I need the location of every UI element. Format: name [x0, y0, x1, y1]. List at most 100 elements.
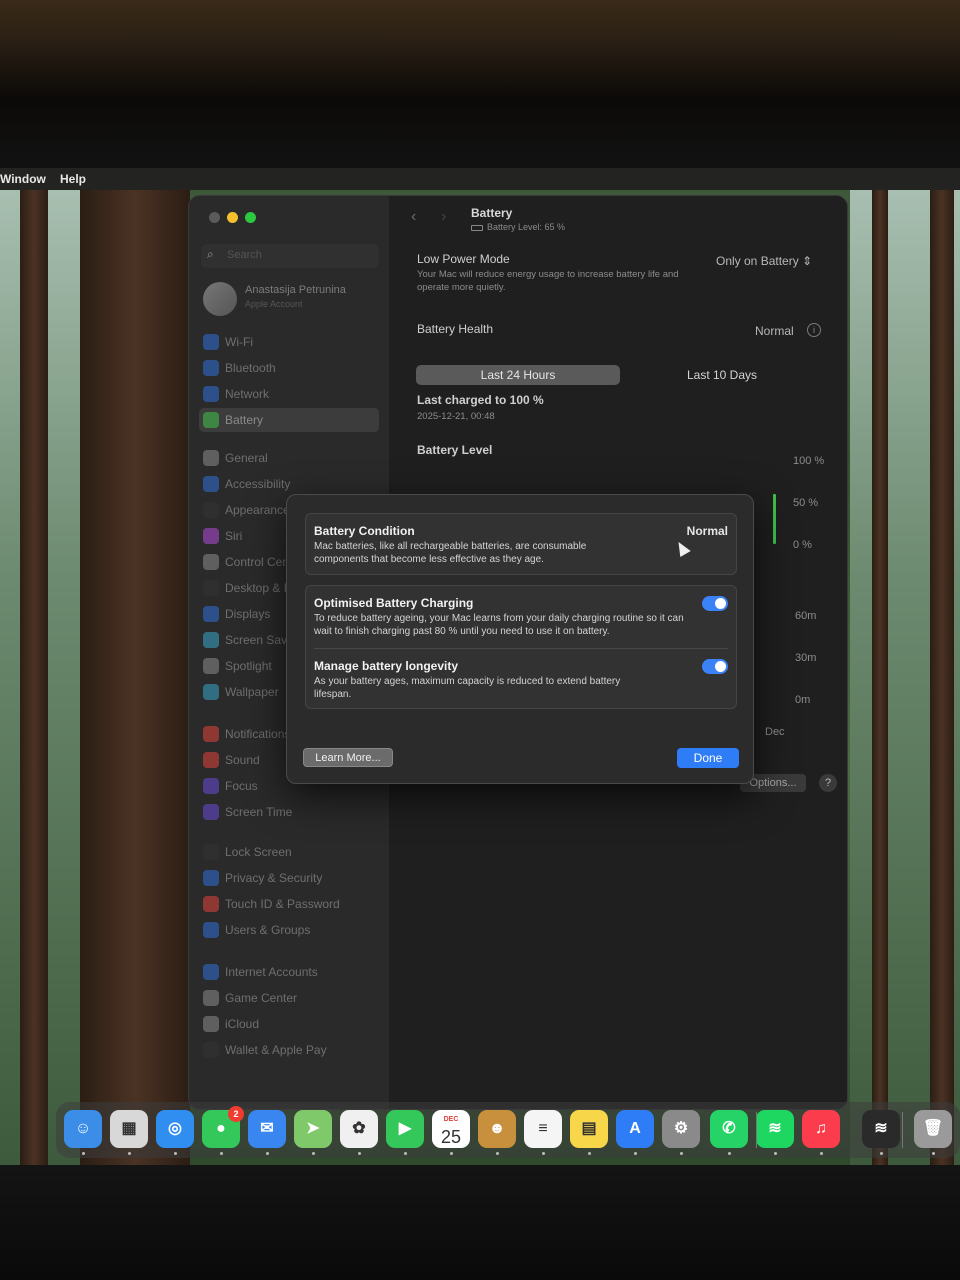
axis-label-100: 100 %: [793, 455, 825, 467]
sidebar-item-icon: [203, 554, 219, 570]
running-indicator: [220, 1152, 223, 1155]
running-indicator: [496, 1152, 499, 1155]
battery-health-value: Normal: [755, 324, 794, 338]
running-indicator: [932, 1152, 935, 1155]
search-input[interactable]: ⌕ Search: [201, 244, 379, 268]
sidebar-item-label: Wallet & Apple Pay: [225, 1043, 327, 1057]
dock-spotify-folder-icon[interactable]: ≋: [862, 1110, 900, 1148]
battery-level-text: Battery Level: 65 %: [487, 222, 566, 232]
axis-label-50: 50 %: [793, 497, 819, 509]
running-indicator: [358, 1152, 361, 1155]
time-range-segmented-control: Last 24 Hours Last 10 Days: [416, 365, 824, 385]
axis-label-60m: 60m: [795, 610, 817, 622]
dock-system-settings-icon[interactable]: ⚙: [662, 1110, 700, 1148]
sidebar-item-icon: [203, 606, 219, 622]
dock-finder-icon[interactable]: ☺: [64, 1110, 102, 1148]
running-indicator: [82, 1152, 85, 1155]
dock-calendar-icon[interactable]: DEC 25: [432, 1110, 470, 1148]
forward-chevron-icon[interactable]: ›: [441, 208, 446, 226]
dock-launchpad-icon[interactable]: ▦: [110, 1110, 148, 1148]
running-indicator: [774, 1152, 777, 1155]
dock-music-icon[interactable]: ♫: [802, 1110, 840, 1148]
minimize-button[interactable]: [227, 212, 238, 223]
menu-bar: Window Help: [0, 168, 960, 190]
wallpaper-tree: [872, 188, 888, 1168]
divider: [314, 648, 728, 649]
battery-longevity-toggle[interactable]: [702, 659, 728, 674]
sidebar-item-label: Appearance: [225, 503, 290, 517]
account-name[interactable]: Anastasija Petrunina: [245, 284, 346, 296]
sidebar-item-label: Lock Screen: [225, 845, 292, 859]
tab-last-10-days[interactable]: Last 10 Days: [620, 365, 824, 385]
menu-help[interactable]: Help: [60, 172, 86, 186]
dock-facetime-icon[interactable]: ▶: [386, 1110, 424, 1148]
account-subtitle: Apple Account: [245, 299, 303, 309]
page-title: Battery: [471, 206, 513, 220]
sidebar-item-icon: [203, 778, 219, 794]
optimised-charging-title: Optimised Battery Charging: [314, 596, 474, 610]
sidebar-item-label: Siri: [225, 529, 243, 543]
dock-trash-icon[interactable]: 🗑: [914, 1110, 952, 1148]
battery-condition-value: Normal: [686, 524, 728, 538]
sidebar-item-label: Wallpaper: [225, 685, 279, 699]
sidebar-item-internet-accounts[interactable]: Internet Accounts: [199, 960, 379, 984]
sidebar-item-icon: [203, 726, 219, 742]
last-charged-label: Last charged to 100 %: [417, 393, 544, 407]
dock-notes-icon[interactable]: ▤: [570, 1110, 608, 1148]
axis-label-dec: Dec: [765, 726, 785, 738]
dock-maps-icon[interactable]: ➤: [294, 1110, 332, 1148]
laptop-bezel: [0, 1165, 960, 1280]
menu-window[interactable]: Window: [0, 172, 46, 186]
sidebar-item-wallet-apple-pay[interactable]: Wallet & Apple Pay: [199, 1038, 379, 1062]
dock-contacts-icon[interactable]: ☻: [478, 1110, 516, 1148]
running-indicator: [820, 1152, 823, 1155]
dock-messages-icon[interactable]: ● 2: [202, 1106, 244, 1148]
back-chevron-icon[interactable]: ‹: [411, 208, 416, 226]
sidebar-item-accessibility[interactable]: Accessibility: [199, 472, 379, 496]
notification-badge: 2: [228, 1106, 244, 1122]
sidebar-item-wi-fi[interactable]: Wi-Fi: [199, 330, 379, 354]
low-power-label: Low Power Mode: [417, 252, 510, 266]
running-indicator: [542, 1152, 545, 1155]
close-button[interactable]: [209, 212, 220, 223]
sidebar-item-network[interactable]: Network: [199, 382, 379, 406]
sidebar-item-icon: [203, 476, 219, 492]
dock-mail-icon[interactable]: ✉: [248, 1110, 286, 1148]
sidebar-item-label: General: [225, 451, 268, 465]
dock-reminders-icon[interactable]: ≡: [524, 1110, 562, 1148]
sidebar-item-privacy-security[interactable]: Privacy & Security: [199, 866, 379, 890]
dock-spotify-icon[interactable]: ≋: [756, 1110, 794, 1148]
sidebar-item-users-groups[interactable]: Users & Groups: [199, 918, 379, 942]
low-power-select[interactable]: Only on Battery ⇕: [716, 254, 812, 268]
tab-last-24-hours[interactable]: Last 24 Hours: [416, 365, 620, 385]
sidebar-item-icon: [203, 804, 219, 820]
sidebar-item-bluetooth[interactable]: Bluetooth: [199, 356, 379, 380]
optimised-charging-toggle[interactable]: [702, 596, 728, 611]
dock-photos-icon[interactable]: ✿: [340, 1110, 378, 1148]
dock-safari-icon[interactable]: ◎: [156, 1110, 194, 1148]
dock-divider: [902, 1112, 903, 1148]
sidebar-item-battery[interactable]: Battery: [199, 408, 379, 432]
dock-whatsapp-icon[interactable]: ✆: [710, 1110, 748, 1148]
sidebar-item-game-center[interactable]: Game Center: [199, 986, 379, 1010]
running-indicator: [728, 1152, 731, 1155]
sidebar-item-lock-screen[interactable]: Lock Screen: [199, 840, 379, 864]
sidebar-item-label: Accessibility: [225, 477, 291, 491]
zoom-button[interactable]: [245, 212, 256, 223]
sidebar-item-screen-time[interactable]: Screen Time: [199, 800, 379, 824]
learn-more-button[interactable]: Learn More...: [303, 748, 393, 767]
done-button[interactable]: Done: [677, 748, 739, 768]
axis-label-0m: 0m: [795, 694, 811, 706]
dock-app-store-icon[interactable]: A: [616, 1110, 654, 1148]
sidebar-item-icon: [203, 964, 219, 980]
help-button[interactable]: ?: [819, 774, 837, 792]
avatar[interactable]: [203, 282, 237, 316]
info-icon[interactable]: i: [807, 323, 821, 337]
sidebar-item-label: Game Center: [225, 991, 298, 1005]
battery-level-heading: Battery Level: [417, 443, 493, 457]
sidebar-item-general[interactable]: General: [199, 446, 379, 470]
axis-label-0: 0 %: [793, 539, 812, 551]
sidebar-item-label: Wi-Fi: [225, 335, 253, 349]
sidebar-item-touch-id-password[interactable]: Touch ID & Password: [199, 892, 379, 916]
sidebar-item-icloud[interactable]: iCloud: [199, 1012, 379, 1036]
